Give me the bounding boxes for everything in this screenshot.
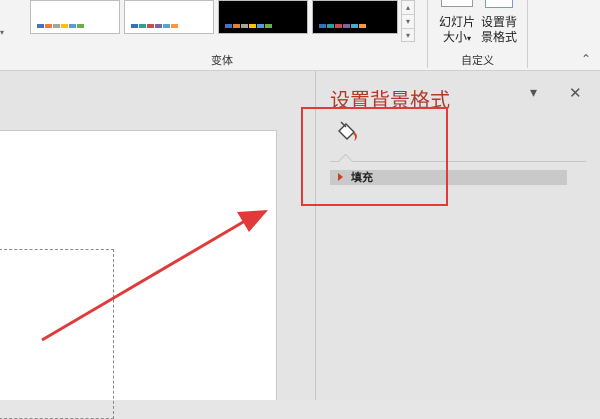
annotation-arrow-icon [41,210,268,342]
